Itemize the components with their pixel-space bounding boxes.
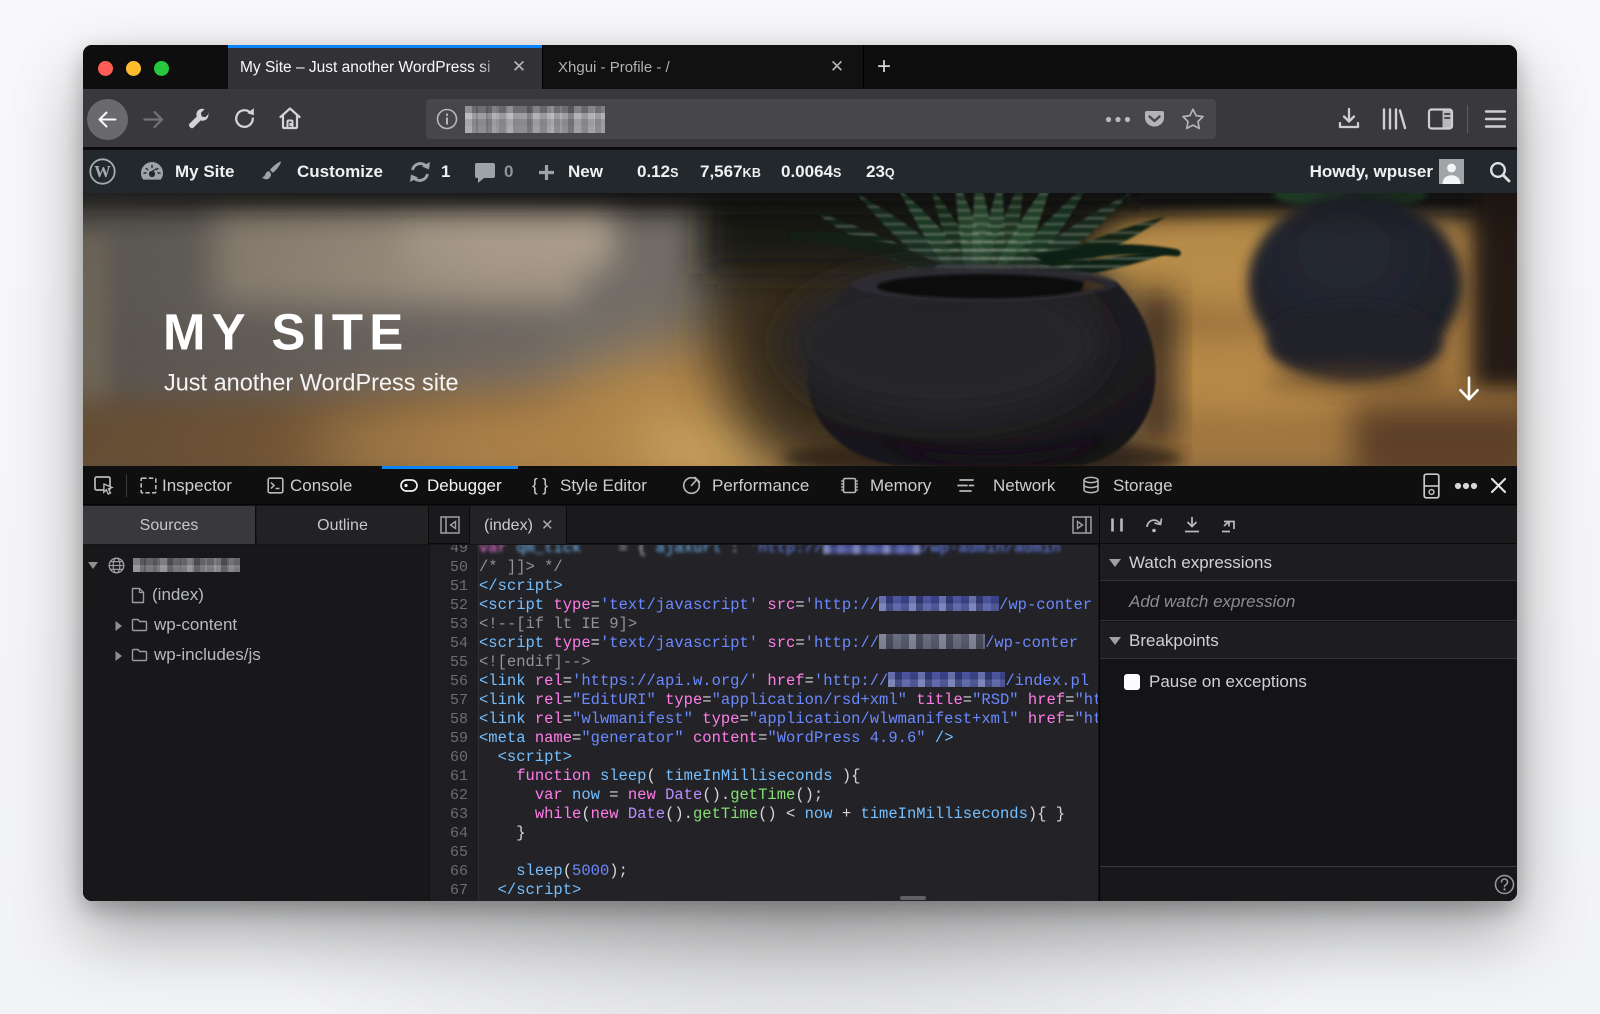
svg-text:Just another WordPress site: Just another WordPress site xyxy=(164,370,459,396)
svg-text:MY SITE: MY SITE xyxy=(163,303,409,360)
svg-text:W: W xyxy=(94,162,111,181)
